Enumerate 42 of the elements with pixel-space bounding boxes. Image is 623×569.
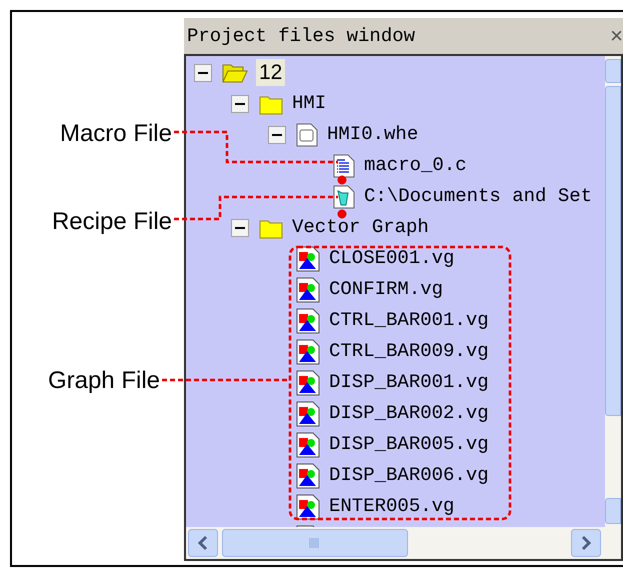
panel-title: Project files window [187,24,416,49]
image-file-icon [296,462,320,488]
collapse-icon[interactable] [268,126,286,144]
tree-item[interactable]: ENTER005.vg [328,493,456,520]
tree-item[interactable]: DISP_BAR005.vg [328,431,490,458]
image-file-icon [296,276,320,302]
tree-item[interactable]: C:\Documents and Set [363,183,594,210]
tree-item[interactable]: 12 [256,59,286,86]
image-file-icon [296,494,320,520]
tree-item[interactable]: DISP_BAR001.vg [328,369,490,396]
annotation-label: Recipe File [52,207,172,237]
recipe-file-icon [333,184,355,208]
scroll-thumb-icon[interactable] [222,529,408,557]
window-file-icon [296,122,318,146]
open-folder-icon [222,62,248,84]
tree-item[interactable]: CLOSE001.vg [328,245,456,272]
close-button[interactable]: × [610,25,623,47]
tree-item[interactable]: DISP_BAR006.vg [328,462,490,489]
image-file-icon [296,308,320,334]
tree-item[interactable]: CTRL_BAR009.vg [328,338,490,365]
annotation-label: Graph File [48,366,160,396]
image-file-icon [296,370,320,396]
tree-item[interactable]: CTRL_BAR001.vg [328,307,490,334]
tree-item[interactable]: DISP_BAR002.vg [328,400,490,427]
tree-item[interactable]: HMI0.whe [326,121,420,148]
annotation-label: Macro File [60,119,172,149]
tree-item[interactable]: macro_0.c [363,152,468,179]
scroll-right-icon[interactable] [571,529,601,557]
scroll-left-icon[interactable] [188,529,218,557]
image-file-icon [296,400,320,426]
image-file-icon [296,432,320,458]
tree-item[interactable]: HMI [291,90,328,117]
vertical-scrollbar[interactable] [605,56,621,527]
collapse-icon[interactable] [194,64,212,82]
collapse-icon[interactable] [231,94,249,112]
horizontal-scrollbar[interactable] [186,527,621,559]
collapse-icon[interactable] [231,218,249,236]
tree-item[interactable]: Vector Graph [291,214,430,241]
tree-item[interactable]: CONFIRM.vg [328,276,444,303]
image-file-icon [296,246,320,272]
image-file-icon [296,338,320,364]
text-file-icon [333,154,355,178]
